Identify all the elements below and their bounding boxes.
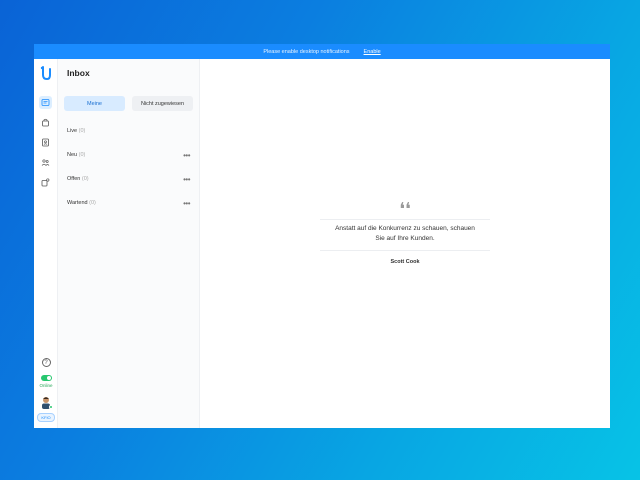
inbox-icon	[41, 99, 50, 106]
more-options-icon[interactable]: •••	[183, 151, 190, 160]
quote-line: Anstatt auf die Konkurrenz zu schauen, s…	[335, 225, 475, 232]
icon-rail: ? Online KFIO	[34, 59, 58, 428]
section-label: Wartend	[67, 200, 88, 206]
section-label: Neu	[67, 152, 78, 158]
section-live[interactable]: Live (0)	[64, 119, 193, 143]
online-status-dot	[49, 405, 53, 409]
status-label: Online	[39, 383, 53, 388]
inbox-nav-button[interactable]	[39, 96, 52, 109]
contacts-nav-button[interactable]	[39, 136, 52, 149]
section-count: (0)	[78, 128, 86, 134]
enable-notifications-link[interactable]: Enable	[364, 49, 381, 55]
app-window: Please enable desktop notifications Enab…	[34, 44, 610, 428]
notification-bar: Please enable desktop notifications Enab…	[34, 44, 610, 59]
workspace-badge[interactable]: KFIO	[37, 413, 55, 422]
quote-author: Scott Cook	[390, 259, 420, 265]
more-options-icon[interactable]: •••	[183, 175, 190, 184]
quote-text: Anstatt auf die Konkurrenz zu schauen, s…	[320, 224, 490, 244]
more-options-icon[interactable]: •••	[183, 199, 190, 208]
section-label: Live	[67, 128, 78, 134]
page-title: Inbox	[67, 68, 90, 78]
tab-nicht-zugewiesen[interactable]: Nicht zugewiesen	[132, 96, 193, 111]
main-panel: ❛❛ Anstatt auf die Konkurrenz zu schauen…	[200, 59, 610, 428]
quote-icon: ❛❛	[399, 199, 411, 220]
notification-message: Please enable desktop notifications	[263, 48, 350, 55]
share-nav-button[interactable]	[39, 176, 52, 189]
section-wartend[interactable]: Wartend (0) •••	[64, 191, 193, 215]
help-button[interactable]: ?	[41, 358, 51, 367]
shop-nav-button[interactable]	[39, 116, 52, 129]
section-neu[interactable]: Neu (0) •••	[64, 143, 193, 167]
team-icon	[41, 159, 50, 166]
team-nav-button[interactable]	[39, 156, 52, 169]
share-icon	[41, 178, 50, 187]
online-toggle[interactable]	[40, 375, 52, 381]
inbox-sidebar: Inbox Meine Nicht zugewiesen Live (0) Ne…	[58, 59, 200, 428]
bag-icon	[42, 118, 49, 127]
section-count: (0)	[81, 176, 89, 182]
section-count: (0)	[89, 200, 96, 206]
contacts-icon	[42, 138, 49, 147]
tab-meine[interactable]: Meine	[64, 96, 125, 111]
section-offen[interactable]: Offen (0) •••	[64, 167, 193, 191]
section-count: (0)	[78, 152, 86, 158]
quote-line: Sie auf Ihre Kunden.	[375, 235, 435, 242]
divider	[320, 250, 490, 251]
section-label: Offen	[67, 176, 81, 182]
avatar[interactable]	[40, 396, 53, 409]
logo-icon	[40, 66, 51, 80]
quote-block: ❛❛ Anstatt auf die Konkurrenz zu schauen…	[320, 199, 490, 265]
